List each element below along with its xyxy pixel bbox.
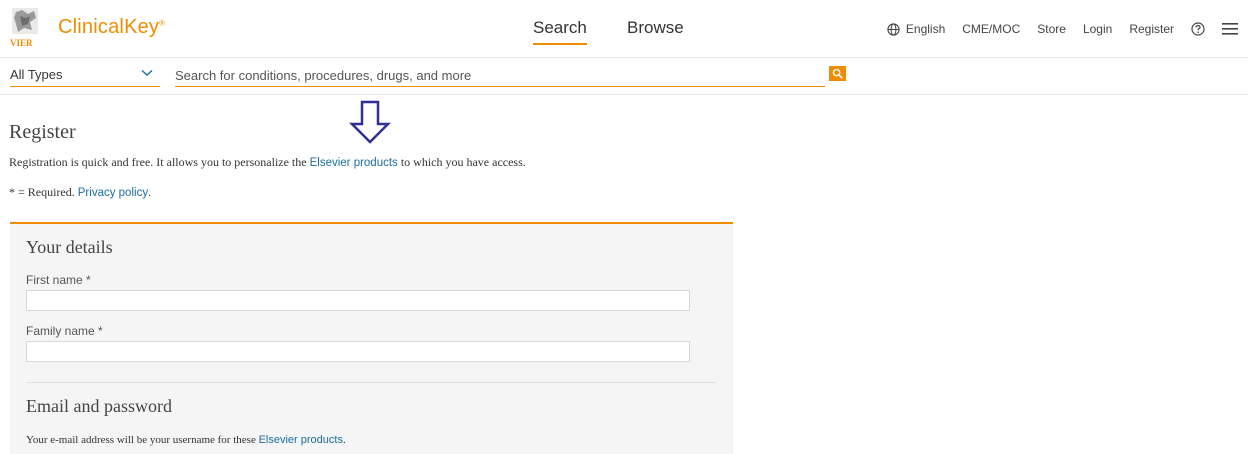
required-suffix: . bbox=[148, 185, 152, 199]
intro-text-before: Registration is quick and free. It allow… bbox=[9, 155, 310, 169]
search-input[interactable] bbox=[175, 64, 825, 87]
login-link[interactable]: Login bbox=[1083, 22, 1112, 36]
email-password-heading: Email and password bbox=[26, 396, 172, 416]
nav-search-tab[interactable]: Search bbox=[533, 18, 587, 45]
section-divider bbox=[26, 382, 716, 383]
first-name-field[interactable] bbox=[26, 290, 690, 311]
language-label: English bbox=[905, 22, 946, 36]
page-title: Register bbox=[9, 121, 76, 143]
top-header: VIER ClinicalKey® Search Browse English … bbox=[0, 0, 1248, 58]
email-note-before: Your e-mail address will be your usernam… bbox=[26, 434, 259, 446]
required-prefix: * = Required. bbox=[9, 185, 78, 199]
search-button[interactable] bbox=[829, 66, 846, 81]
language-selector[interactable]: English bbox=[887, 22, 945, 36]
intro-text: Registration is quick and free. It allow… bbox=[9, 155, 526, 170]
search-bar: All Types bbox=[0, 58, 1248, 95]
email-note: Your e-mail address will be your usernam… bbox=[26, 434, 346, 446]
globe-icon bbox=[887, 22, 900, 36]
logo-text: VIER bbox=[10, 38, 33, 48]
nav-browse-tab[interactable]: Browse bbox=[627, 18, 684, 38]
elsevier-products-link[interactable]: Elsevier products bbox=[310, 157, 398, 169]
required-note: * = Required. Privacy policy. bbox=[9, 185, 151, 200]
register-link[interactable]: Register bbox=[1129, 22, 1174, 36]
family-name-label: Family name * bbox=[26, 324, 103, 338]
search-icon bbox=[832, 68, 843, 79]
elsevier-products-link-2[interactable]: Elsevier products bbox=[259, 434, 343, 446]
brand-label: ClinicalKey bbox=[58, 16, 160, 38]
content-type-value: All Types bbox=[10, 67, 63, 82]
email-note-after: . bbox=[342, 434, 346, 446]
cme-link[interactable]: CME/MOC bbox=[962, 22, 1020, 36]
brand-mark: ® bbox=[159, 18, 166, 28]
first-name-label: First name * bbox=[26, 273, 91, 287]
elsevier-logo[interactable]: VIER bbox=[10, 6, 42, 50]
help-icon[interactable] bbox=[1191, 22, 1205, 36]
privacy-policy-link[interactable]: Privacy policy bbox=[78, 187, 148, 199]
chevron-down-icon bbox=[141, 69, 153, 76]
menu-icon[interactable] bbox=[1222, 23, 1238, 35]
top-links: English CME/MOC Store Login Register bbox=[887, 22, 1248, 36]
brand-name[interactable]: ClinicalKey® bbox=[58, 16, 165, 39]
content-type-select[interactable]: All Types bbox=[10, 67, 160, 87]
annotation-arrow-icon bbox=[349, 100, 391, 144]
family-name-field[interactable] bbox=[26, 341, 690, 362]
your-details-heading: Your details bbox=[26, 237, 113, 257]
registration-form: Your details First name * Family name * … bbox=[10, 222, 733, 454]
store-link[interactable]: Store bbox=[1037, 22, 1066, 36]
intro-text-after: to which you have access. bbox=[397, 155, 526, 169]
